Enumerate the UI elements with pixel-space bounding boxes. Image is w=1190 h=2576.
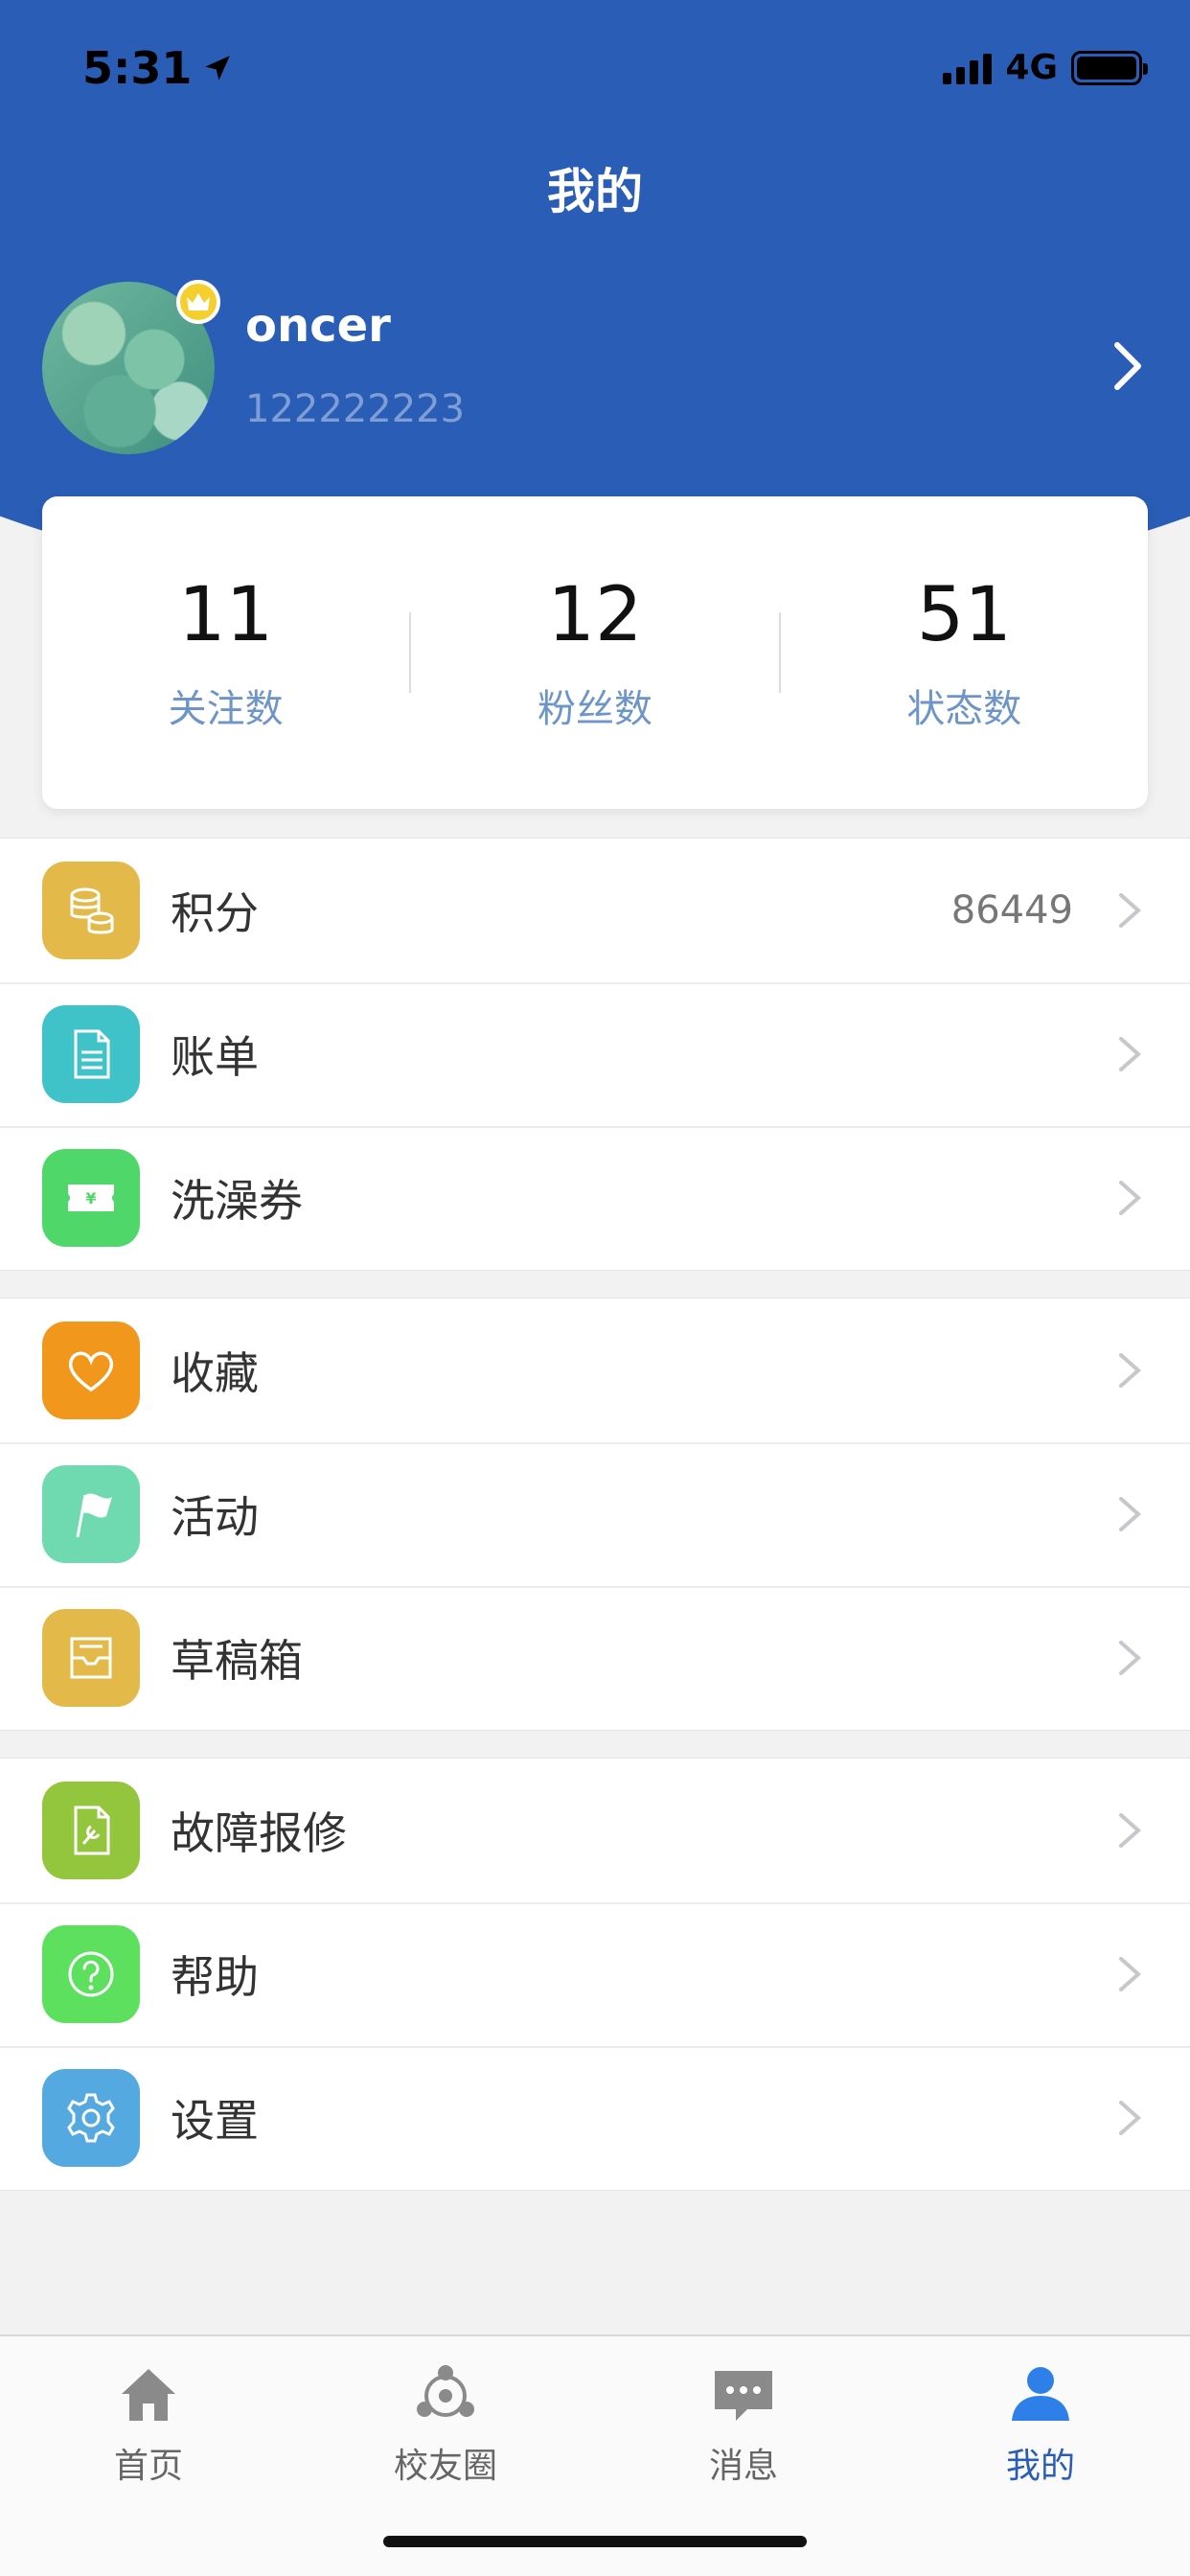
tab-community[interactable]: 校友圈 xyxy=(350,2359,541,2488)
menu-item-bill[interactable]: 账单 xyxy=(0,982,1190,1126)
svg-text:¥: ¥ xyxy=(85,1189,96,1208)
battery-icon xyxy=(1071,50,1148,85)
user-id: 122222223 xyxy=(245,387,466,431)
network-type: 4G xyxy=(1005,48,1058,87)
user-icon xyxy=(1012,2367,1069,2421)
menu-item-repair[interactable]: 故障报修 xyxy=(0,1759,1190,1902)
menu-label: 活动 xyxy=(171,1491,259,1543)
stat-value: 12 xyxy=(547,572,643,658)
chevron-right-icon xyxy=(1119,1497,1142,1531)
status-time: 5:31 xyxy=(82,42,193,94)
chevron-right-icon[interactable] xyxy=(1110,337,1148,395)
stat-followers[interactable]: 12 粉丝数 xyxy=(411,496,778,809)
help-icon xyxy=(68,1951,114,1997)
tab-messages[interactable]: 消息 xyxy=(648,2359,839,2488)
menu-label: 草稿箱 xyxy=(171,1635,303,1687)
menu-item-settings[interactable]: 设置 xyxy=(0,2046,1190,2190)
stat-label: 状态数 xyxy=(906,687,1022,731)
username: oncer xyxy=(245,299,391,353)
tab-label: 我的 xyxy=(1005,2447,1075,2486)
community-icon xyxy=(417,2365,474,2417)
chevron-right-icon xyxy=(1119,1813,1142,1848)
stat-following[interactable]: 11 关注数 xyxy=(42,496,409,809)
menu-group-wallet: 积分 86449 账单 ¥ 洗澡券 xyxy=(0,838,1190,1271)
menu-label: 帮助 xyxy=(171,1951,259,2003)
tab-label: 校友圈 xyxy=(393,2447,497,2486)
chevron-right-icon xyxy=(1119,1957,1142,1991)
menu-label: 故障报修 xyxy=(171,1807,347,1859)
tab-me[interactable]: 我的 xyxy=(945,2359,1136,2488)
menu-label: 积分 xyxy=(171,887,259,939)
tab-label: 消息 xyxy=(708,2447,778,2486)
stat-posts[interactable]: 51 状态数 xyxy=(781,496,1148,809)
menu-item-favorites[interactable]: 收藏 xyxy=(0,1299,1190,1442)
menu-group-support: 故障报修 帮助 设置 xyxy=(0,1758,1190,2191)
menu-item-activities[interactable]: 活动 xyxy=(0,1442,1190,1586)
menu-item-help[interactable]: 帮助 xyxy=(0,1902,1190,2046)
document-icon xyxy=(74,1029,110,1079)
wrench-doc-icon xyxy=(74,1806,110,1855)
menu-group-content: 收藏 活动 草稿箱 xyxy=(0,1298,1190,1731)
crown-icon xyxy=(187,293,210,310)
tab-home[interactable]: 首页 xyxy=(53,2359,244,2488)
stat-label: 关注数 xyxy=(168,687,284,731)
home-icon xyxy=(122,2369,175,2421)
signal-icon xyxy=(943,52,993,84)
stats-card: 11 关注数 12 粉丝数 51 状态数 xyxy=(42,496,1148,809)
stat-value: 11 xyxy=(178,572,274,658)
page-title: 我的 xyxy=(547,164,643,219)
stat-value: 51 xyxy=(916,572,1012,658)
chevron-right-icon xyxy=(1119,893,1142,928)
chevron-right-icon xyxy=(1119,1641,1142,1675)
menu-label: 洗澡券 xyxy=(171,1175,303,1227)
status-bar: 5:31 4G xyxy=(0,0,1190,134)
ticket-icon: ¥ xyxy=(68,1184,114,1211)
location-arrow-icon xyxy=(205,56,231,80)
gear-icon xyxy=(67,2093,115,2143)
chevron-right-icon xyxy=(1119,1037,1142,1071)
coins-icon xyxy=(70,887,114,934)
stat-label: 粉丝数 xyxy=(537,687,652,731)
menu-label: 收藏 xyxy=(171,1347,259,1399)
chevron-right-icon xyxy=(1119,1353,1142,1388)
home-indicator xyxy=(383,2536,807,2547)
menu-item-points[interactable]: 积分 86449 xyxy=(0,839,1190,982)
heart-icon xyxy=(68,1351,114,1392)
menu-item-drafts[interactable]: 草稿箱 xyxy=(0,1586,1190,1730)
crown-badge xyxy=(176,280,220,324)
tray-icon xyxy=(70,1637,112,1679)
points-value: 86449 xyxy=(950,888,1073,932)
chevron-right-icon xyxy=(1119,1181,1142,1215)
menu-item-bath-voucher[interactable]: ¥ 洗澡券 xyxy=(0,1126,1190,1270)
message-icon xyxy=(715,2371,772,2421)
tab-label: 首页 xyxy=(113,2447,183,2486)
menu-label: 设置 xyxy=(171,2095,259,2147)
flag-icon xyxy=(76,1493,112,1538)
menu-label: 账单 xyxy=(171,1031,259,1083)
chevron-right-icon xyxy=(1119,2101,1142,2135)
profile-row[interactable]: oncer 122222223 xyxy=(42,280,1148,454)
